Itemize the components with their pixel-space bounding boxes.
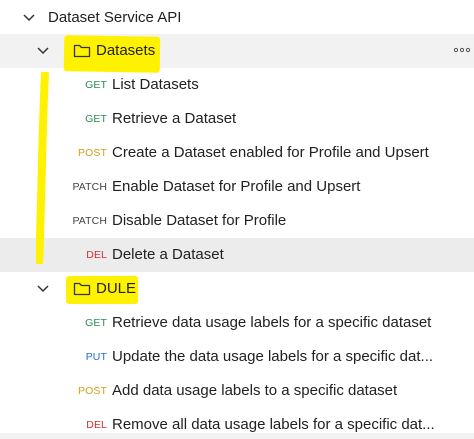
- chevron-down-icon[interactable]: [35, 281, 51, 297]
- request-row[interactable]: GET Retrieve data usage labels for a spe…: [0, 306, 474, 340]
- method-badge: DEL: [86, 249, 107, 261]
- request-row-selected[interactable]: DEL Delete a Dataset: [0, 238, 474, 272]
- method-badge: PATCH: [72, 181, 107, 193]
- chevron-down-icon[interactable]: [35, 43, 51, 59]
- folder-name: DULE: [96, 280, 137, 297]
- more-options-icon[interactable]: [453, 43, 471, 57]
- request-name: Disable Dataset for Profile: [112, 212, 287, 229]
- request-row[interactable]: POST Add data usage labels to a specific…: [0, 374, 474, 408]
- folder-row-datasets[interactable]: Datasets: [0, 34, 474, 73]
- collection-name: Dataset Service API: [48, 9, 182, 26]
- method-badge: GET: [85, 113, 107, 125]
- collection-row[interactable]: Dataset Service API: [0, 1, 474, 35]
- method-badge: GET: [85, 317, 107, 329]
- request-name: Remove all data usage labels for a speci…: [112, 416, 435, 433]
- folder-icon: [73, 43, 91, 59]
- folder-row-dule[interactable]: DULE: [0, 272, 474, 306]
- method-badge: DEL: [86, 419, 107, 431]
- request-name: Create a Dataset enabled for Profile and…: [112, 144, 429, 161]
- next-row-partial: [0, 433, 474, 439]
- request-row[interactable]: GET Retrieve a Dataset: [0, 102, 474, 136]
- request-name: Add data usage labels to a specific data…: [112, 382, 398, 399]
- request-row[interactable]: PATCH Enable Dataset for Profile and Ups…: [0, 170, 474, 204]
- request-name: List Datasets: [112, 76, 199, 93]
- request-row[interactable]: PATCH Disable Dataset for Profile: [0, 204, 474, 238]
- request-name: Delete a Dataset: [112, 246, 224, 263]
- folder-icon: [73, 281, 91, 297]
- request-name: Enable Dataset for Profile and Upsert: [112, 178, 361, 195]
- method-badge: POST: [78, 385, 107, 397]
- chevron-down-icon[interactable]: [21, 10, 37, 26]
- method-badge: PUT: [85, 351, 107, 363]
- method-badge: GET: [85, 79, 107, 91]
- method-badge: PATCH: [72, 215, 107, 227]
- method-badge: POST: [78, 147, 107, 159]
- request-row[interactable]: PUT Update the data usage labels for a s…: [0, 340, 474, 374]
- request-name: Update the data usage labels for a speci…: [112, 348, 434, 365]
- request-row[interactable]: POST Create a Dataset enabled for Profil…: [0, 136, 474, 170]
- request-row[interactable]: GET List Datasets: [0, 68, 474, 102]
- request-name: Retrieve data usage labels for a specifi…: [112, 314, 432, 331]
- highlight-stroke: [36, 72, 49, 264]
- request-name: Retrieve a Dataset: [112, 110, 237, 127]
- folder-name: Datasets: [96, 42, 156, 59]
- collection-tree: Dataset Service API Datasets GET List Da…: [0, 0, 474, 439]
